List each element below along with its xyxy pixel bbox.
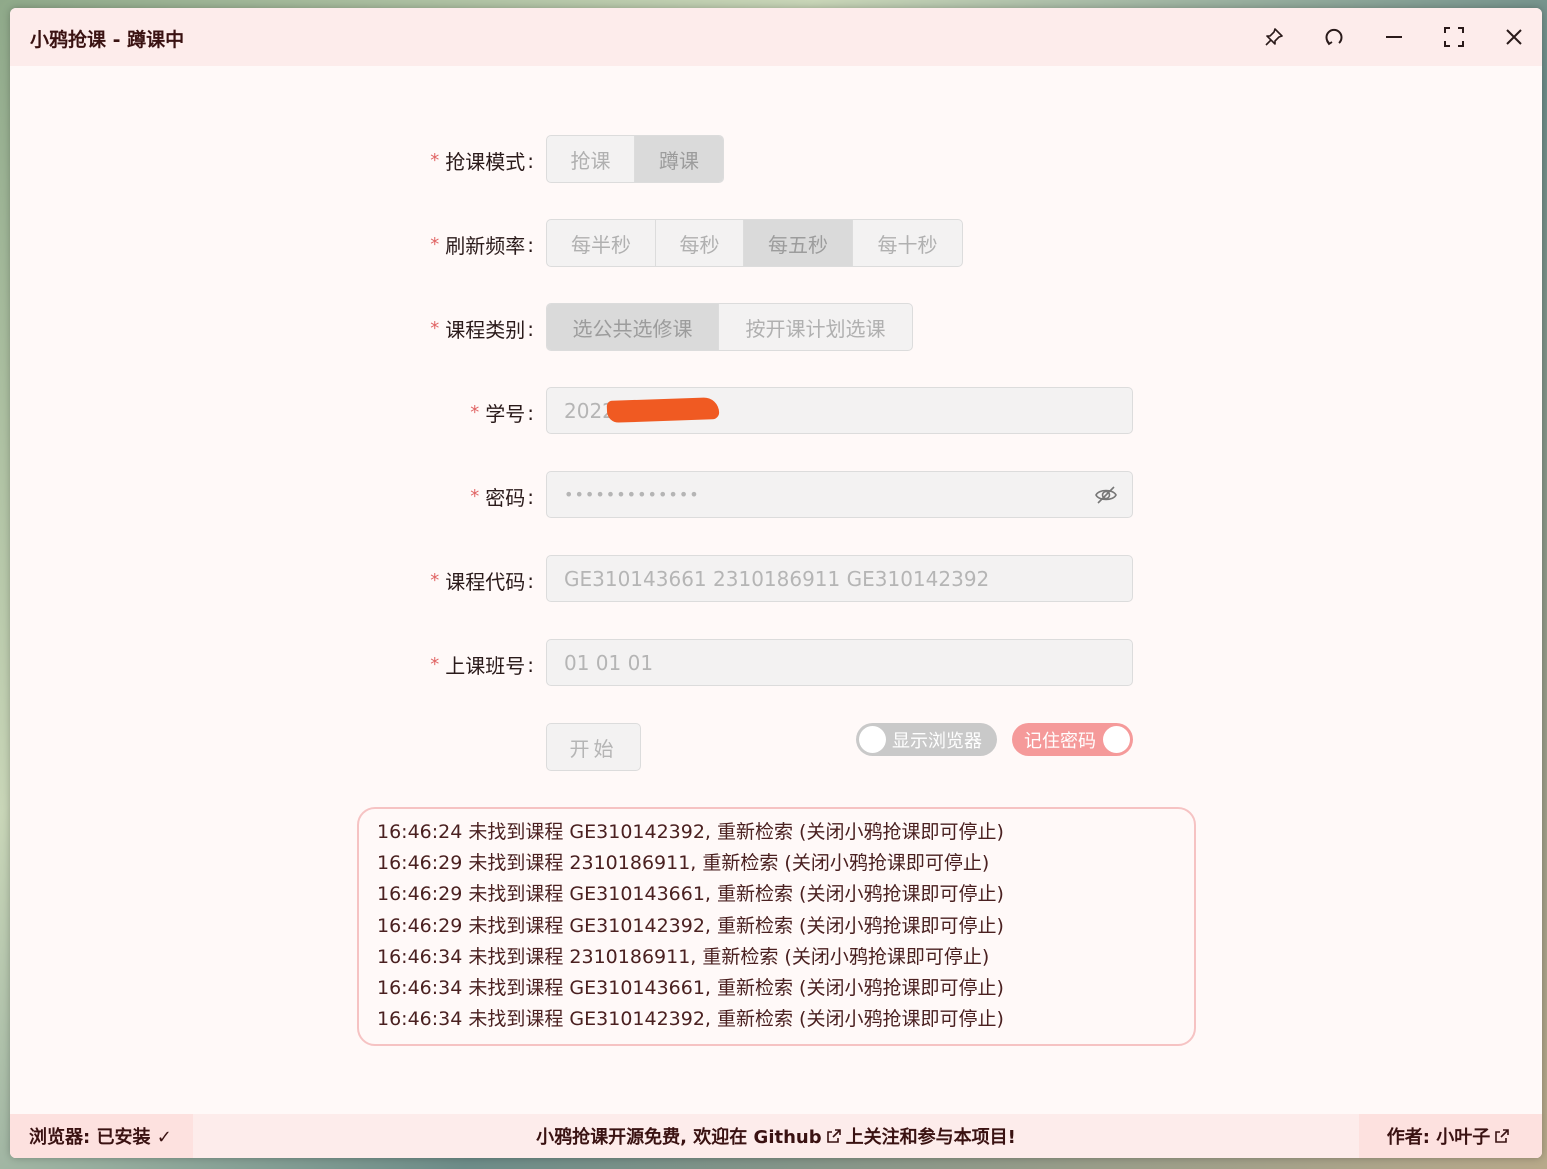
status-bar: 浏览器: 已安装 ✓ 小鸦抢课开源免费, 欢迎在 Github 上关注和参与本项… [10, 1114, 1542, 1158]
fullscreen-icon [1444, 27, 1464, 47]
log-line: 16:46:34 未找到课程 GE310143661, 重新检索 (关闭小鸦抢课… [377, 976, 1004, 999]
remember-password-label: 记住密码 [1024, 730, 1096, 752]
required-mark: * [430, 654, 440, 675]
colon: : [527, 652, 534, 677]
github-promo[interactable]: 小鸦抢课开源免费, 欢迎在 Github 上关注和参与本项目! [193, 1114, 1359, 1158]
category-option-public-elective[interactable]: 选公共选修课 [547, 304, 719, 350]
student-id-label: * 学号: [470, 398, 534, 427]
category-label: * 课程类别: [430, 314, 534, 343]
password-label-text: 密码 [485, 486, 526, 510]
close-button[interactable] [1497, 20, 1531, 54]
toggle-knob [1103, 726, 1130, 753]
title-bar: 小鸦抢课 - 蹲课中 [10, 8, 1542, 66]
category-option-by-plan[interactable]: 按开课计划选课 [719, 304, 912, 350]
app-window: 小鸦抢课 - 蹲课中 * 抢课模式: 抢课 蹲课 * 刷新频率: 每半秒 每秒 … [10, 8, 1542, 1158]
refresh-icon [1325, 28, 1343, 46]
refresh-option-five-seconds[interactable]: 每五秒 [744, 220, 853, 266]
minimize-button[interactable] [1377, 20, 1411, 54]
colon: : [527, 148, 534, 173]
required-mark: * [430, 318, 440, 339]
pin-button[interactable] [1257, 20, 1291, 54]
colon: : [527, 568, 534, 593]
browser-status: 浏览器: 已安装 ✓ [10, 1114, 193, 1158]
start-button[interactable]: 开始 [546, 723, 641, 771]
class-numbers-input[interactable]: 01 01 01 [546, 639, 1133, 686]
refresh-option-one-second[interactable]: 每秒 [656, 220, 744, 266]
mode-label: * 抢课模式: [430, 146, 534, 175]
toggle-knob [859, 726, 886, 753]
required-mark: * [430, 150, 440, 171]
password-value: ••••••••••••• [564, 485, 700, 504]
external-link-icon [1495, 1129, 1510, 1143]
refresh-label: * 刷新频率: [430, 230, 534, 259]
refresh-button[interactable] [1317, 20, 1351, 54]
promo-text-after: 上关注和参与本项目! [845, 1127, 1016, 1148]
student-id-input[interactable]: 2022 [546, 387, 1133, 434]
refresh-label-text: 刷新频率 [445, 234, 526, 258]
required-mark: * [430, 234, 440, 255]
log-line: 16:46:34 未找到课程 2310186911, 重新检索 (关闭小鸦抢课即… [377, 945, 990, 968]
student-id-label-text: 学号 [485, 402, 526, 426]
class-numbers-label-text: 上课班号 [445, 654, 526, 678]
course-codes-label: * 课程代码: [430, 566, 534, 595]
colon: : [527, 484, 534, 509]
close-icon [1506, 29, 1522, 45]
refresh-option-ten-seconds[interactable]: 每十秒 [853, 220, 962, 266]
refresh-option-half-second[interactable]: 每半秒 [547, 220, 656, 266]
password-label: * 密码: [470, 482, 534, 511]
mode-segmented: 抢课 蹲课 [546, 135, 724, 183]
redaction-mark [606, 397, 720, 423]
author-label: 作者: 小叶子 [1386, 1127, 1491, 1148]
mode-option-grab[interactable]: 抢课 [547, 136, 635, 182]
show-browser-label: 显示浏览器 [892, 730, 982, 752]
colon: : [527, 232, 534, 257]
external-link-icon [826, 1129, 841, 1143]
author-link[interactable]: 作者: 小叶子 [1359, 1114, 1542, 1158]
eye-hidden-icon[interactable] [1094, 483, 1118, 507]
mode-label-text: 抢课模式 [445, 150, 526, 174]
category-segmented: 选公共选修课 按开课计划选课 [546, 303, 913, 351]
colon: : [527, 316, 534, 341]
required-mark: * [470, 486, 480, 507]
required-mark: * [430, 570, 440, 591]
window-title: 小鸦抢课 - 蹲课中 [30, 29, 185, 51]
mode-option-wait[interactable]: 蹲课 [635, 136, 723, 182]
course-codes-value: GE310143661 2310186911 GE310142392 [564, 566, 990, 591]
colon: : [527, 400, 534, 425]
maximize-button[interactable] [1437, 20, 1471, 54]
category-label-text: 课程类别 [445, 318, 526, 342]
required-mark: * [470, 402, 480, 423]
log-line: 16:46:29 未找到课程 GE310143661, 重新检索 (关闭小鸦抢课… [377, 883, 1004, 906]
log-panel: 16:46:24 未找到课程 GE310142392, 重新检索 (关闭小鸦抢课… [357, 807, 1196, 1046]
log-line: 16:46:29 未找到课程 GE310142392, 重新检索 (关闭小鸦抢课… [377, 914, 1004, 937]
log-line: 16:46:34 未找到课程 GE310142392, 重新检索 (关闭小鸦抢课… [377, 1008, 1004, 1031]
log-line: 16:46:29 未找到课程 2310186911, 重新检索 (关闭小鸦抢课即… [377, 852, 990, 875]
course-codes-label-text: 课程代码 [445, 570, 526, 594]
class-numbers-value: 01 01 01 [564, 650, 654, 675]
minimize-icon [1386, 36, 1402, 38]
show-browser-toggle[interactable]: 显示浏览器 [856, 723, 997, 756]
password-input[interactable]: ••••••••••••• [546, 471, 1133, 518]
pin-icon [1265, 28, 1283, 46]
course-codes-input[interactable]: GE310143661 2310186911 GE310142392 [546, 555, 1133, 602]
promo-text-before: 小鸦抢课开源免费, 欢迎在 Github [536, 1127, 822, 1148]
refresh-segmented: 每半秒 每秒 每五秒 每十秒 [546, 219, 963, 267]
log-line: 16:46:24 未找到课程 GE310142392, 重新检索 (关闭小鸦抢课… [377, 821, 1004, 843]
class-numbers-label: * 上课班号: [430, 650, 534, 679]
remember-password-toggle[interactable]: 记住密码 [1012, 723, 1133, 756]
